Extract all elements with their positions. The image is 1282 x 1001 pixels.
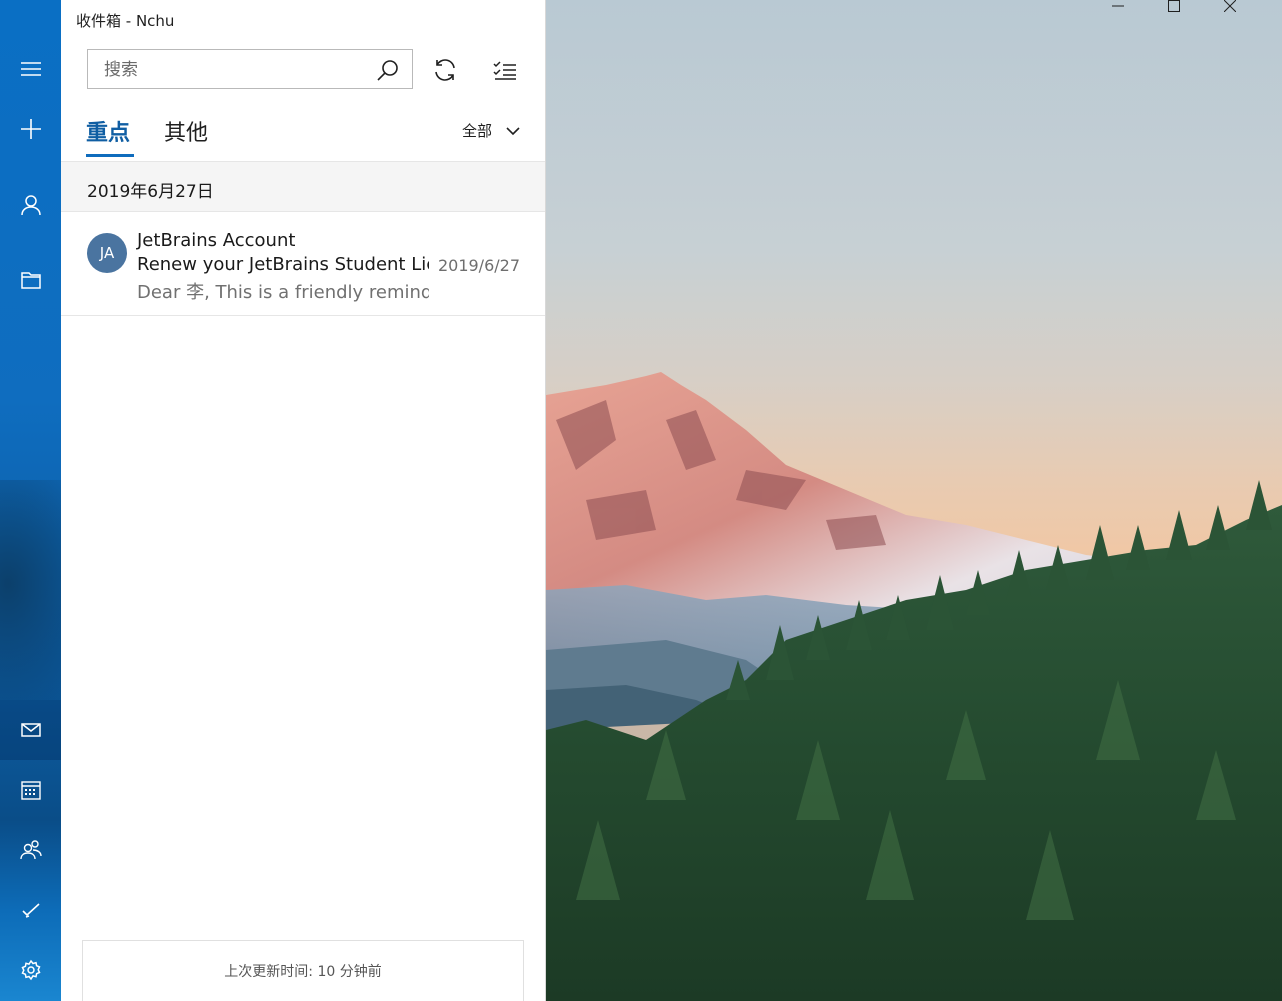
todo-button[interactable] [0, 880, 61, 940]
date-group-header: 2019年6月27日 [61, 161, 545, 212]
date-group-label: 2019年6月27日 [87, 182, 214, 202]
new-mail-button[interactable] [0, 99, 61, 159]
folder-icon [20, 272, 41, 289]
minimize-icon [1112, 5, 1124, 7]
filter-label: 全部 [461, 122, 492, 140]
selection-mode-button[interactable] [490, 55, 520, 85]
menu-icon [20, 62, 41, 76]
avatar: JA [87, 233, 127, 273]
maximize-icon [1168, 0, 1180, 12]
list-item[interactable]: JA JetBrains Account Renew your JetBrain… [61, 212, 545, 316]
folders-button[interactable] [0, 250, 61, 310]
chevron-down-icon [506, 126, 520, 135]
sync-button[interactable] [430, 55, 460, 85]
sync-status: 上次更新时间: 10 分钟前 [82, 940, 524, 1001]
mail-icon [20, 723, 41, 737]
settings-button[interactable] [0, 940, 61, 1000]
account-icon [20, 195, 41, 216]
mail-preview: Dear 李, This is a friendly reminder [137, 282, 429, 303]
settings-icon [20, 959, 41, 981]
window-title: 收件箱 - Nchu [76, 12, 175, 30]
mountain-landscape-image [546, 372, 1282, 1001]
sync-icon [435, 59, 455, 81]
mail-date: 2019/6/27 [437, 256, 520, 275]
search-input[interactable] [102, 50, 366, 90]
todo-icon [21, 903, 40, 918]
close-button[interactable] [1224, 0, 1280, 40]
mail-subject: Renew your JetBrains Student License [137, 254, 429, 275]
calendar-icon [20, 781, 41, 800]
people-icon [19, 840, 42, 860]
nav-rail [0, 0, 61, 1001]
tab-focused[interactable]: 重点 [86, 115, 130, 147]
mail-button[interactable] [0, 700, 61, 760]
message-list-pane: 收件箱 - Nchu 重点 其他 全部 2019年6月27日 JA JetBra… [61, 0, 546, 1001]
filter-dropdown[interactable]: 全部 [462, 120, 520, 141]
checklist-icon [493, 61, 516, 80]
calendar-button[interactable] [0, 760, 61, 820]
maximize-button[interactable] [1168, 0, 1224, 40]
people-button[interactable] [0, 820, 61, 880]
active-tab-indicator [86, 154, 134, 157]
menu-button[interactable] [0, 39, 61, 99]
minimize-button[interactable] [1112, 0, 1168, 40]
mail-sender: JetBrains Account [137, 230, 296, 251]
new-mail-icon [20, 119, 41, 139]
accounts-button[interactable] [0, 175, 61, 235]
search-box[interactable] [87, 49, 413, 90]
close-icon [1224, 0, 1236, 12]
reading-pane-background [546, 0, 1282, 1001]
search-icon[interactable] [376, 58, 400, 82]
tab-other[interactable]: 其他 [164, 115, 208, 147]
